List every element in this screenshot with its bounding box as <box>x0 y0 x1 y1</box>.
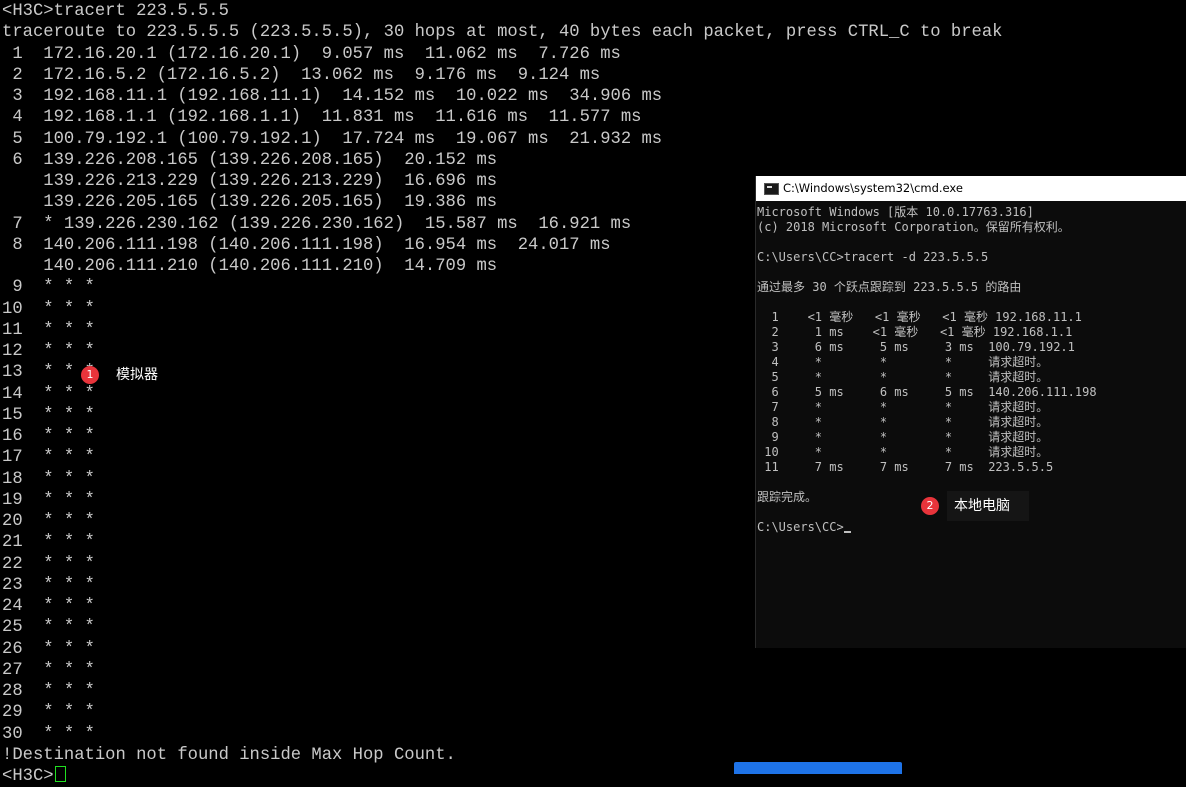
cmd-output-line: C:\Users\CC> <box>757 520 1185 535</box>
cmd-titlebar[interactable]: C:\Windows\system32\cmd.exe <box>756 176 1186 201</box>
terminal-line: 6 139.226.208.165 (139.226.208.165) 20.1… <box>2 150 498 170</box>
cmd-output-line: 3 6 ms 5 ms 3 ms 100.79.192.1 <box>757 340 1075 354</box>
terminal-line: 30 * * * <box>2 724 95 744</box>
cmd-output-line: 6 5 ms 6 ms 5 ms 140.206.111.198 <box>757 385 1097 399</box>
cmd-output-line: 5 * * * 请求超时。 <box>757 370 1049 384</box>
annotation-badge-1: 1 <box>81 366 99 384</box>
cmd-window-title: C:\Windows\system32\cmd.exe <box>783 181 963 195</box>
cmd-output-line: 7 * * * 请求超时。 <box>757 400 1049 414</box>
cmd-window[interactable]: C:\Windows\system32\cmd.exe Microsoft Wi… <box>755 176 1186 648</box>
taskbar-blue-button[interactable] <box>734 762 902 774</box>
cmd-output-line: 9 * * * 请求超时。 <box>757 430 1049 444</box>
terminal-line: 27 * * * <box>2 660 95 680</box>
cmd-output-line <box>757 235 1185 250</box>
cmd-output-line <box>757 295 1185 310</box>
terminal-line: 3 192.168.11.1 (192.168.11.1) 14.152 ms … <box>2 87 663 106</box>
cmd-output-line: 8 * * * 请求超时。 <box>757 415 1049 429</box>
cmd-output-line: 2 1 ms <1 毫秒 <1 毫秒 192.168.1.1 <box>757 325 1073 339</box>
annotation-label-simulator: 模拟器 <box>116 367 158 383</box>
terminal-line: 28 * * * <box>2 682 95 701</box>
cmd-output-line <box>757 265 1185 280</box>
cmd-output-line <box>757 475 1185 490</box>
terminal-line: 2 172.16.5.2 (172.16.5.2) 13.062 ms 9.17… <box>2 65 601 85</box>
cmd-output-line: (c) 2018 Microsoft Corporation。保留所有权利。 <box>757 220 1070 234</box>
cmd-console-output[interactable]: Microsoft Windows [版本 10.0.17763.316] (c)… <box>757 205 1185 535</box>
terminal-line: 5 100.79.192.1 (100.79.192.1) 17.724 ms … <box>2 129 663 149</box>
cmd-output-line: 10 * * * 请求超时。 <box>757 445 1049 459</box>
terminal-cursor <box>54 766 66 782</box>
cmd-output-line: 1 <1 毫秒 <1 毫秒 <1 毫秒 192.168.11.1 <box>757 310 1082 324</box>
terminal-line: 29 * * * <box>2 703 95 723</box>
cmd-output-line: 通过最多 30 个跃点跟踪到 223.5.5.5 的路由 <box>757 280 1022 294</box>
terminal-line: <H3C>tracert 223.5.5.5 <box>2 2 229 21</box>
cmd-cursor <box>843 531 851 533</box>
terminal-line: traceroute to 223.5.5.5 (223.5.5.5), 30 … <box>2 23 1003 43</box>
terminal-line: 4 192.168.1.1 (192.168.1.1) 11.831 ms 11… <box>2 108 642 128</box>
cmd-output-line: Microsoft Windows [版本 10.0.17763.316] <box>757 205 1034 219</box>
cmd-output-line: 11 7 ms 7 ms 7 ms 223.5.5.5 <box>757 460 1054 474</box>
annotation-badge-2: 2 <box>921 497 939 515</box>
terminal-line: <H3C> <box>2 766 1182 787</box>
cmd-output-line: 4 * * * 请求超时。 <box>757 355 1049 369</box>
terminal-line: 1 172.16.20.1 (172.16.20.1) 9.057 ms 11.… <box>2 44 621 64</box>
console-icon <box>764 183 779 195</box>
annotation-label-local-pc: 本地电脑 <box>954 498 1010 514</box>
terminal-line: !Destination not found inside Max Hop Co… <box>2 745 456 765</box>
cmd-output-line: C:\Users\CC>tracert -d 223.5.5.5 <box>757 250 989 264</box>
